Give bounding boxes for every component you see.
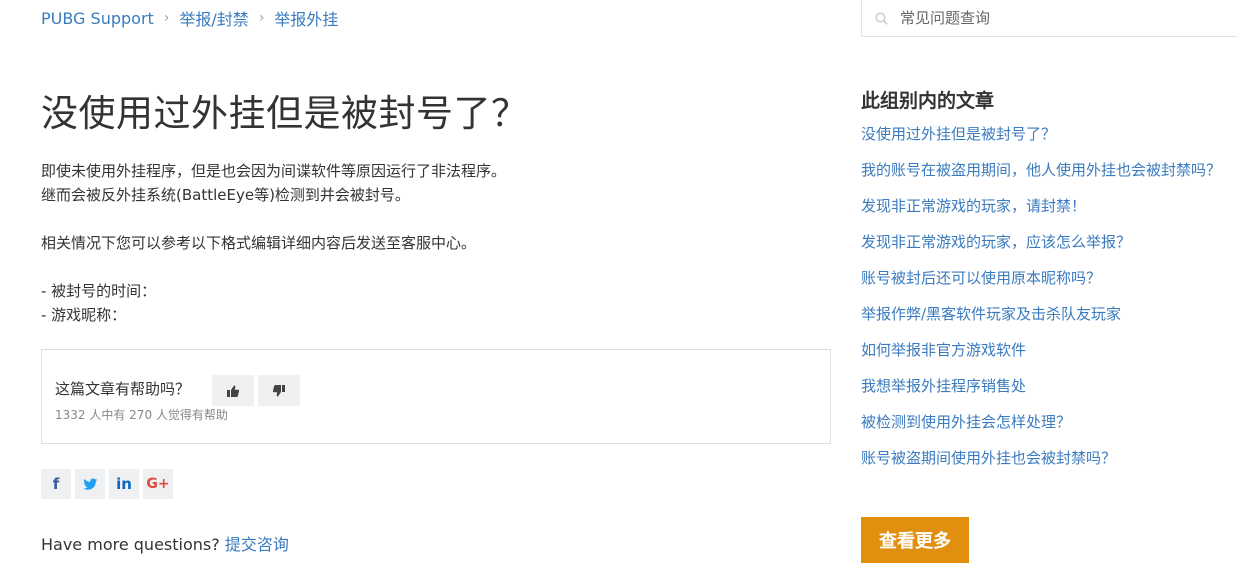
more-questions: Have more questions? 提交咨询 <box>41 531 289 555</box>
googleplus-icon: G+ <box>146 476 170 492</box>
googleplus-share-button[interactable]: G+ <box>143 469 173 499</box>
sidebar-article-link[interactable]: 没使用过外挂但是被封号了？ <box>861 125 1056 143</box>
facebook-icon: f <box>52 475 60 493</box>
list-item: 我想举报外挂程序销售处 <box>861 374 1231 398</box>
thumbs-down-icon <box>272 384 285 396</box>
article-body: 即使未使用外挂程序，但是也会因为间谍软件等原因运行了非法程序。 继而会被反外挂系… <box>41 159 801 327</box>
list-item: 账号被盗期间使用外挂也会被封禁吗？ <box>861 446 1231 470</box>
sidebar-article-link[interactable]: 账号被封后还可以使用原本昵称吗？ <box>861 269 1101 287</box>
breadcrumb-separator: › <box>163 10 170 26</box>
list-item: 举报作弊/黑客软件玩家及击杀队友玩家 <box>861 302 1231 326</box>
vote-count: 1332 人中有 270 人觉得有帮助 <box>55 408 228 422</box>
article-paragraph: 继而会被反外挂系统(BattleEye等)检测到并会被封号。 <box>41 186 410 204</box>
list-item: 我的账号在被盗用期间，他人使用外挂也会被封禁吗？ <box>861 158 1231 182</box>
sidebar-article-link[interactable]: 我的账号在被盗用期间，他人使用外挂也会被封禁吗？ <box>861 161 1221 179</box>
list-item: 发现非正常游戏的玩家，应该怎么举报？ <box>861 230 1231 254</box>
sidebar-article-link[interactable]: 我想举报外挂程序销售处 <box>861 377 1026 395</box>
vote-question: 这篇文章有帮助吗？ <box>55 380 191 398</box>
sidebar-article-link[interactable]: 发现非正常游戏的玩家，请封禁！ <box>861 197 1086 215</box>
article-paragraph: 即使未使用外挂程序，但是也会因为间谍软件等原因运行了非法程序。 <box>41 162 507 180</box>
linkedin-icon: in <box>116 475 132 493</box>
article-paragraph: 相关情况下您可以参考以下格式编辑详细内容后发送至客服中心。 <box>41 234 477 252</box>
sidebar-article-link[interactable]: 发现非正常游戏的玩家，应该怎么举报？ <box>861 233 1131 251</box>
sidebar-article-link[interactable]: 举报作弊/黑客软件玩家及击杀队友玩家 <box>861 305 1121 323</box>
list-item: 如何举报非官方游戏软件 <box>861 338 1231 362</box>
article-paragraph <box>41 207 801 231</box>
article-paragraph: - 游戏昵称： <box>41 306 127 324</box>
submit-request-link[interactable]: 提交咨询 <box>225 535 289 554</box>
sidebar-article-list: 没使用过外挂但是被封号了？ 我的账号在被盗用期间，他人使用外挂也会被封禁吗？ 发… <box>861 122 1231 482</box>
facebook-share-button[interactable]: f <box>41 469 71 499</box>
article-title: 没使用过外挂但是被封号了？ <box>41 92 529 135</box>
article-paragraph: - 被封号的时间： <box>41 282 157 300</box>
breadcrumb: PUBG Support › 举报/封禁 › 举报外挂 <box>41 6 338 30</box>
sidebar-article-link[interactable]: 被检测到使用外挂会怎样处理？ <box>861 413 1071 431</box>
twitter-icon <box>83 478 97 490</box>
vote-down-button[interactable] <box>258 375 300 406</box>
list-item: 被检测到使用外挂会怎样处理？ <box>861 410 1231 434</box>
list-item: 没使用过外挂但是被封号了？ <box>861 122 1231 146</box>
linkedin-share-button[interactable]: in <box>109 469 139 499</box>
list-item: 发现非正常游戏的玩家，请封禁！ <box>861 194 1231 218</box>
breadcrumb-category[interactable]: 举报/封禁 <box>179 6 248 30</box>
see-more-button[interactable]: 查看更多 <box>861 517 969 563</box>
list-item: 账号被封后还可以使用原本昵称吗？ <box>861 266 1231 290</box>
thumbs-up-icon <box>227 385 240 397</box>
sidebar-title: 此组别内的文章 <box>861 90 995 112</box>
search-box <box>861 0 1237 37</box>
sidebar-article-link[interactable]: 账号被盗期间使用外挂也会被封禁吗？ <box>861 449 1116 467</box>
breadcrumb-section[interactable]: 举报外挂 <box>274 6 338 30</box>
twitter-share-button[interactable] <box>75 469 105 499</box>
more-questions-text: Have more questions? <box>41 535 220 554</box>
share-buttons: f in G+ <box>41 469 173 499</box>
search-icon <box>875 12 888 25</box>
article-vote: 这篇文章有帮助吗？ 1332 人中有 270 人觉得有帮助 <box>41 349 831 444</box>
vote-up-button[interactable] <box>212 375 254 406</box>
breadcrumb-home[interactable]: PUBG Support <box>41 9 154 28</box>
breadcrumb-separator: › <box>258 10 265 26</box>
search-input[interactable] <box>900 7 1220 29</box>
sidebar-article-link[interactable]: 如何举报非官方游戏软件 <box>861 341 1026 359</box>
article-paragraph <box>41 255 801 279</box>
